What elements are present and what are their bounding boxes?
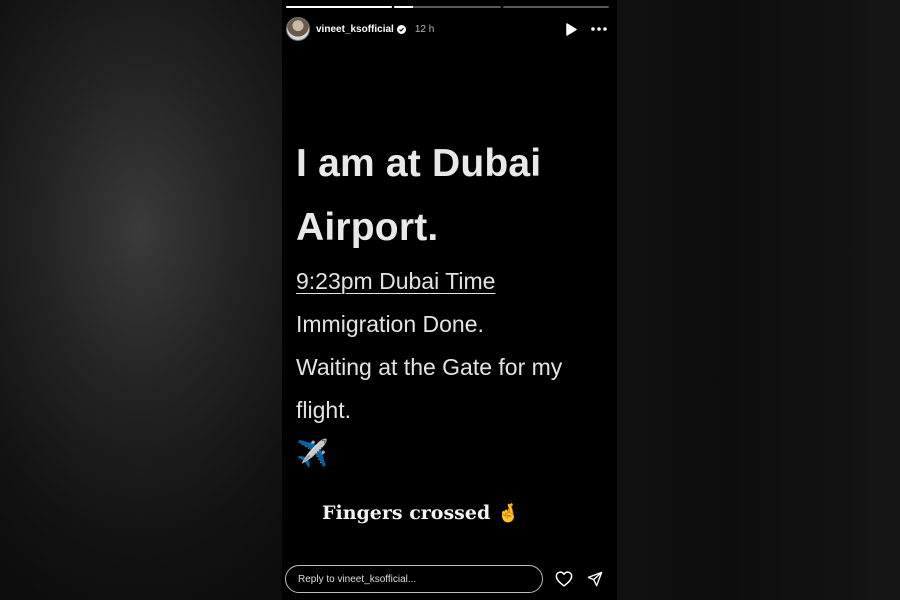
progress-fill (286, 6, 393, 8)
crossed-fingers-icon: 🤞 (497, 502, 520, 523)
progress-segment (286, 6, 393, 8)
body-line-immigration: Immigration Done. (296, 311, 484, 337)
heart-icon[interactable] (555, 571, 573, 587)
story-footer (285, 564, 605, 594)
progress-segment (394, 6, 501, 8)
body-line-flight: flight. (296, 397, 351, 423)
headline-line-2: Airport. (296, 206, 439, 249)
sticker-text: Fingers crossed (322, 502, 491, 524)
username[interactable]: vineet_ksofficial (316, 24, 394, 35)
story-viewer[interactable]: vineet_ksofficial 12 h I am at Dubai Air… (282, 0, 617, 600)
text-sticker: Fingers crossed 🤞 (322, 502, 520, 524)
time-text: 9:23pm Dubai Time (296, 268, 496, 294)
play-icon[interactable] (565, 22, 577, 36)
headline-line-1: I am at Dubai (296, 142, 542, 185)
reply-input[interactable] (285, 565, 543, 593)
send-icon[interactable] (587, 571, 603, 587)
story-header: vineet_ksofficial 12 h (286, 17, 607, 41)
blurred-backdrop-right (617, 0, 900, 600)
body-line-waiting: Waiting at the Gate for my (296, 354, 563, 380)
airplane-icon: ✈️ (296, 438, 329, 468)
story-text-content: I am at Dubai Airport. 9:23pm Dubai Time… (296, 132, 611, 470)
avatar[interactable] (286, 17, 310, 41)
progress-fill (394, 6, 414, 8)
story-progress-bar (286, 6, 609, 8)
more-options-icon[interactable] (591, 27, 607, 31)
verified-badge-icon (396, 24, 406, 34)
progress-segment (502, 6, 609, 8)
time-ago: 12 h (414, 23, 435, 35)
